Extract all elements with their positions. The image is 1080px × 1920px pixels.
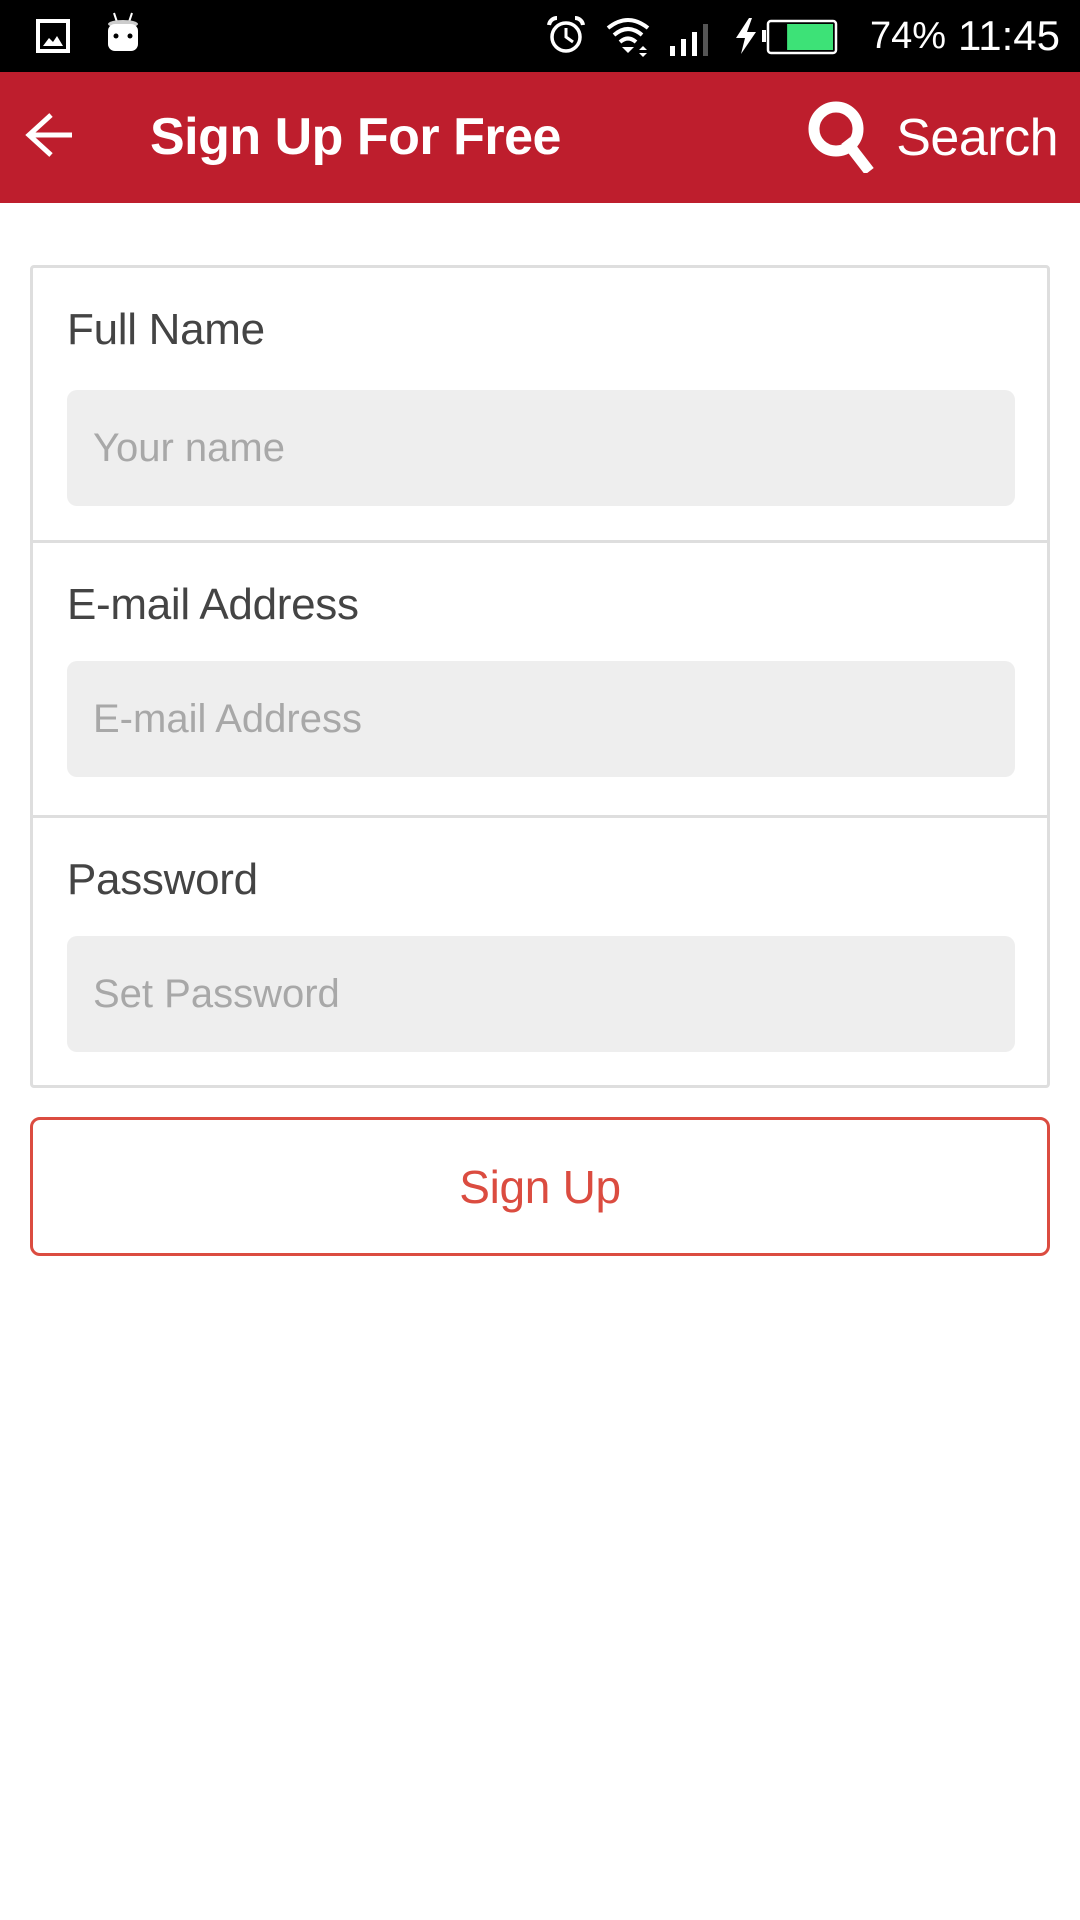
password-input[interactable] bbox=[67, 936, 1015, 1052]
signup-form: Full Name E-mail Address Password bbox=[30, 265, 1050, 1088]
app-bar: Sign Up For Free Search bbox=[0, 72, 1080, 203]
full-name-label: Full Name bbox=[67, 305, 265, 354]
charging-icon bbox=[733, 16, 759, 61]
search-label: Search bbox=[896, 109, 1058, 167]
battery-fill bbox=[787, 24, 833, 50]
full-name-section: Full Name bbox=[33, 268, 1047, 540]
gallery-icon bbox=[36, 19, 70, 58]
battery-icon bbox=[762, 19, 840, 60]
alarm-icon bbox=[546, 15, 586, 60]
email-section: E-mail Address bbox=[33, 540, 1047, 815]
email-input[interactable] bbox=[67, 661, 1015, 777]
search-button[interactable]: Search bbox=[806, 100, 1058, 176]
android-icon bbox=[105, 12, 141, 59]
status-bar: 74% 11:45 bbox=[0, 0, 1080, 72]
email-label: E-mail Address bbox=[67, 580, 359, 629]
battery-percent: 74% bbox=[870, 15, 947, 57]
search-icon bbox=[806, 99, 878, 178]
password-label: Password bbox=[67, 855, 258, 904]
back-button[interactable] bbox=[14, 102, 84, 172]
sign-up-button[interactable]: Sign Up bbox=[30, 1117, 1050, 1256]
arrow-left-icon bbox=[24, 112, 74, 163]
password-section: Password bbox=[33, 815, 1047, 1088]
full-name-input[interactable] bbox=[67, 390, 1015, 506]
page-title: Sign Up For Free bbox=[150, 108, 561, 166]
wifi-icon bbox=[605, 16, 651, 63]
cell-signal-icon bbox=[668, 22, 708, 61]
clock: 11:45 bbox=[958, 12, 1060, 59]
